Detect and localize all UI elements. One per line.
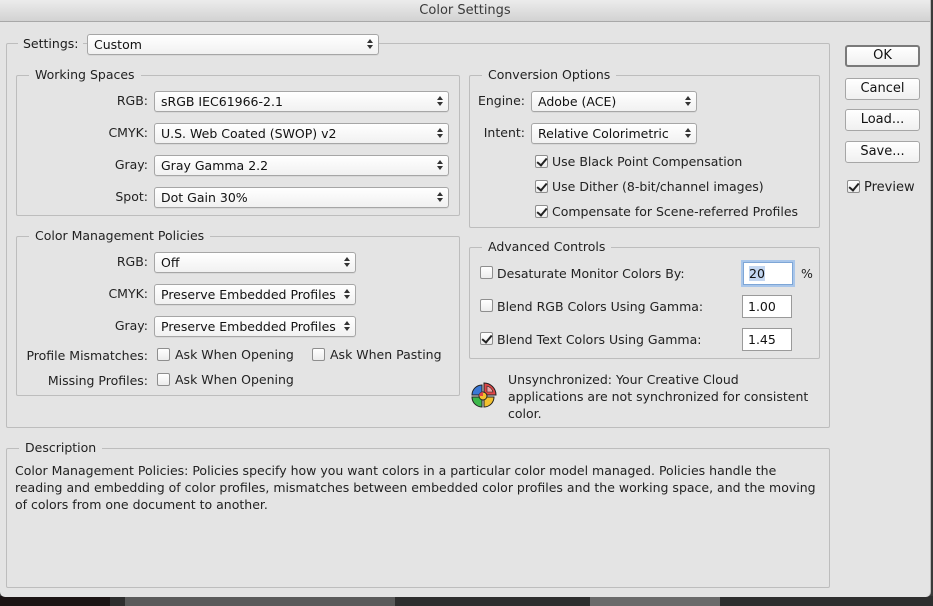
select-value: Off — [161, 255, 180, 270]
load-button[interactable]: Load... — [845, 109, 920, 131]
policy-rgb-label: RGB: — [116, 254, 148, 269]
sync-status-text: Unsynchronized: Your Creative Cloud appl… — [508, 371, 808, 422]
blend-rgb-checkbox[interactable] — [480, 299, 493, 312]
color-sync-icon — [471, 382, 497, 408]
background-desktop — [0, 596, 933, 606]
working-spot-select[interactable]: Dot Gain 30% — [154, 187, 449, 208]
policy-cmyk-label: CMYK: — [108, 286, 148, 301]
preview-checkbox[interactable] — [847, 180, 860, 193]
settings-select-value: Custom — [94, 37, 142, 52]
working-rgb-select[interactable]: sRGB IEC61966-2.1 — [154, 91, 449, 112]
desaturate-checkbox[interactable] — [480, 266, 493, 279]
intent-select[interactable]: Relative Colorimetric — [531, 123, 697, 144]
ok-button[interactable]: OK — [845, 45, 920, 67]
mismatch-ask-pasting-checkbox[interactable] — [312, 348, 325, 361]
advanced-title: Advanced Controls — [482, 239, 612, 255]
missing-profiles-label: Missing Profiles: — [47, 373, 148, 388]
select-arrows-icon — [437, 127, 443, 139]
select-value: Dot Gain 30% — [161, 190, 248, 205]
sync-line: color. — [508, 406, 542, 421]
select-arrows-icon — [367, 38, 373, 50]
policies-title: Color Management Policies — [29, 228, 211, 244]
black-point-label[interactable]: Use Black Point Compensation — [552, 154, 742, 170]
color-settings-dialog: Color Settings Settings: Custom Working … — [0, 0, 931, 597]
select-value: Preserve Embedded Profiles — [161, 319, 336, 334]
scene-referred-label[interactable]: Compensate for Scene-referred Profiles — [552, 204, 798, 220]
select-value: Relative Colorimetric — [538, 126, 669, 141]
select-arrows-icon — [344, 320, 350, 332]
engine-select[interactable]: Adobe (ACE) — [531, 91, 697, 112]
description-text: Color Management Policies: Policies spec… — [15, 462, 816, 513]
working-gray-label: Gray: — [114, 157, 148, 172]
select-arrows-icon — [437, 159, 443, 171]
select-value: U.S. Web Coated (SWOP) v2 — [161, 126, 337, 141]
description-line: of colors from one document to another. — [15, 497, 268, 512]
working-rgb-label: RGB: — [116, 93, 148, 108]
mismatch-ask-opening-checkbox[interactable] — [157, 348, 170, 361]
intent-label: Intent: — [483, 125, 525, 140]
select-value: Adobe (ACE) — [538, 94, 617, 109]
background-segment — [590, 596, 720, 606]
mismatch-ask-opening-label[interactable]: Ask When Opening — [175, 347, 294, 363]
sync-line: applications are not synchronized for co… — [508, 389, 809, 404]
background-segment — [125, 596, 395, 606]
blend-rgb-label[interactable]: Blend RGB Colors Using Gamma: — [497, 299, 703, 315]
working-cmyk-label: CMYK: — [108, 125, 148, 140]
working-cmyk-select[interactable]: U.S. Web Coated (SWOP) v2 — [154, 123, 449, 144]
desaturate-unit: % — [801, 266, 813, 281]
engine-label: Engine: — [477, 93, 525, 108]
select-arrows-icon — [437, 95, 443, 107]
select-arrows-icon — [685, 127, 691, 139]
settings-label: Settings: — [23, 36, 79, 51]
settings-row: Settings: — [18, 35, 84, 53]
select-value: Gray Gamma 2.2 — [161, 158, 269, 173]
save-button[interactable]: Save... — [845, 141, 920, 163]
policy-cmyk-select[interactable]: Preserve Embedded Profiles — [154, 284, 356, 305]
policy-rgb-select[interactable]: Off — [154, 252, 356, 273]
select-value: sRGB IEC61966-2.1 — [161, 94, 283, 109]
select-value: Preserve Embedded Profiles — [161, 287, 336, 302]
desaturate-label[interactable]: Desaturate Monitor Colors By: — [497, 266, 685, 282]
desaturate-input[interactable]: 20 — [743, 262, 793, 285]
cancel-button[interactable]: Cancel — [845, 78, 920, 100]
blend-rgb-input[interactable]: 1.00 — [742, 295, 792, 318]
missing-ask-opening-label[interactable]: Ask When Opening — [175, 372, 294, 388]
select-arrows-icon — [344, 288, 350, 300]
profile-mismatches-label: Profile Mismatches: — [26, 348, 148, 363]
window-title: Color Settings — [0, 0, 930, 22]
background-segment — [0, 596, 110, 606]
blend-text-checkbox[interactable] — [480, 332, 493, 345]
desaturate-value: 20 — [749, 266, 765, 281]
blend-text-label[interactable]: Blend Text Colors Using Gamma: — [497, 332, 701, 348]
description-line: Color Management Policies: Policies spec… — [15, 463, 777, 478]
black-point-checkbox[interactable] — [535, 155, 548, 168]
working-spot-label: Spot: — [115, 189, 148, 204]
preview-label[interactable]: Preview — [864, 180, 915, 196]
select-arrows-icon — [685, 95, 691, 107]
blend-text-input[interactable]: 1.45 — [742, 328, 792, 351]
policy-gray-label: Gray: — [114, 318, 148, 333]
policy-gray-select[interactable]: Preserve Embedded Profiles — [154, 316, 356, 337]
select-arrows-icon — [437, 191, 443, 203]
working-gray-select[interactable]: Gray Gamma 2.2 — [154, 155, 449, 176]
mismatch-ask-pasting-label[interactable]: Ask When Pasting — [330, 347, 442, 363]
dither-label[interactable]: Use Dither (8-bit/channel images) — [552, 179, 764, 195]
description-line: reading and embedding of color profiles,… — [15, 480, 816, 495]
scene-referred-checkbox[interactable] — [535, 205, 548, 218]
dither-checkbox[interactable] — [535, 180, 548, 193]
description-title: Description — [19, 440, 103, 456]
conversion-title: Conversion Options — [482, 67, 617, 83]
working-spaces-title: Working Spaces — [29, 67, 141, 83]
missing-ask-opening-checkbox[interactable] — [157, 373, 170, 386]
sync-line: Unsynchronized: Your Creative Cloud — [508, 372, 739, 387]
select-arrows-icon — [344, 256, 350, 268]
settings-select[interactable]: Custom — [87, 34, 379, 55]
